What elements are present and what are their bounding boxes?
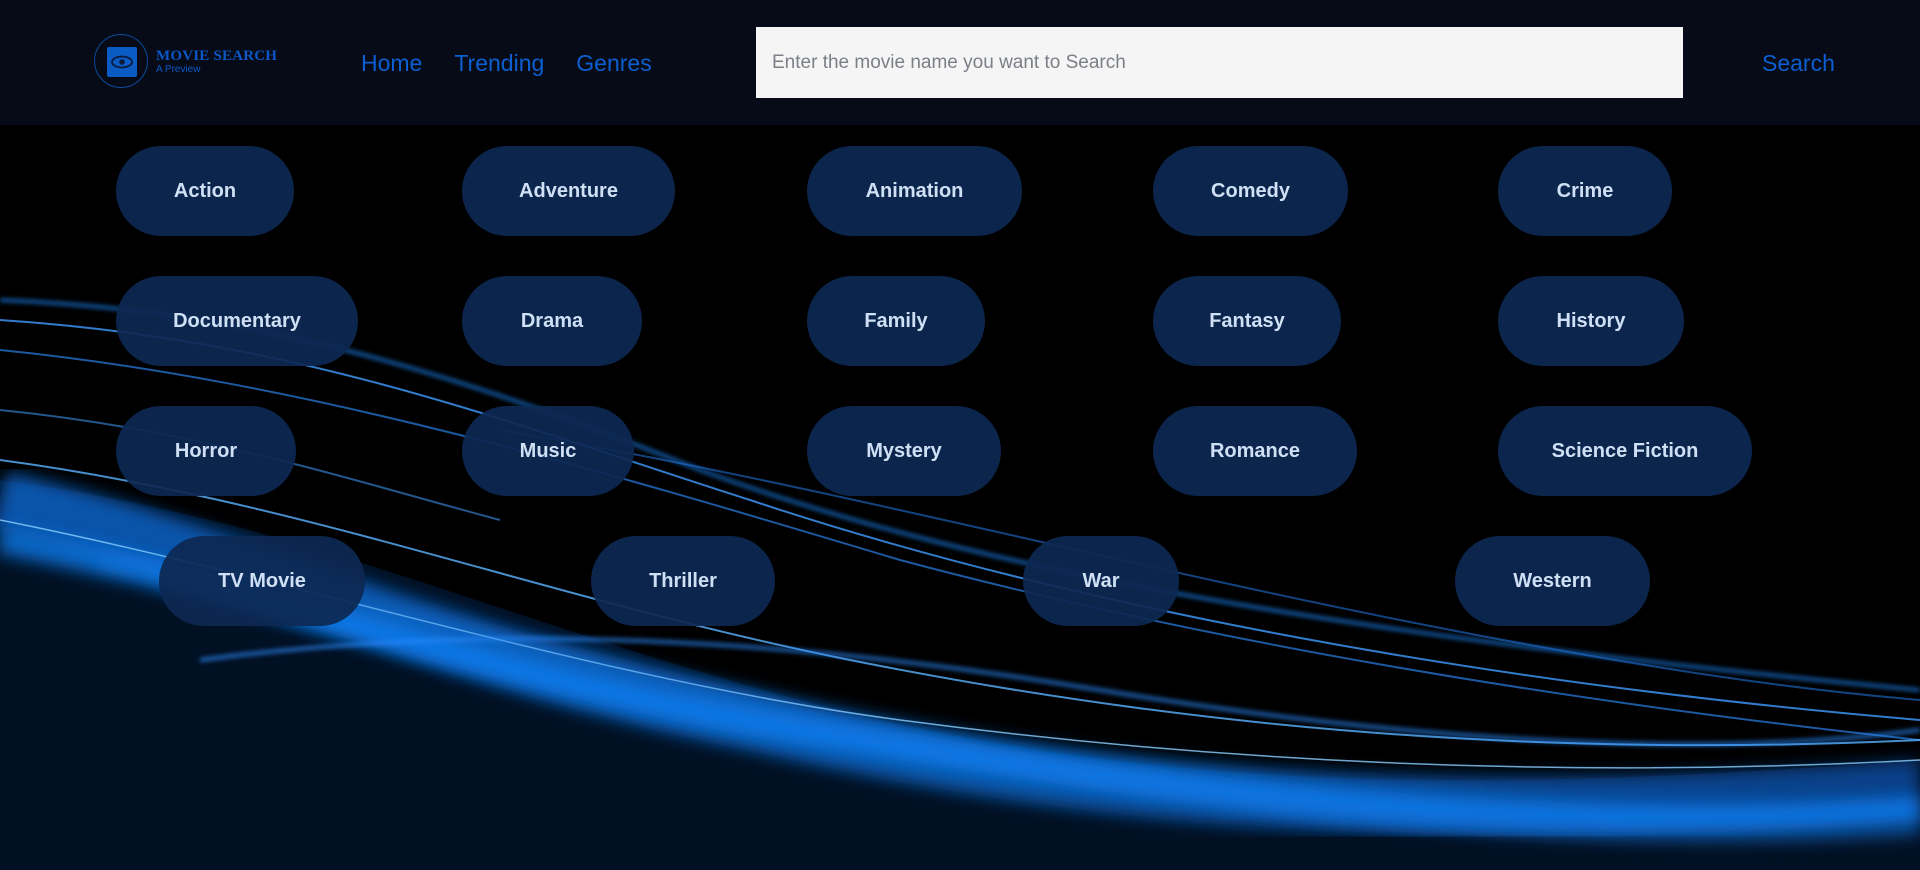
nav-trending-link[interactable]: Trending <box>454 50 544 77</box>
genre-western-button[interactable]: Western <box>1455 536 1650 626</box>
genre-action-button[interactable]: Action <box>116 146 294 236</box>
genre-adventure-button[interactable]: Adventure <box>462 146 675 236</box>
genre-science-fiction-button[interactable]: Science Fiction <box>1498 406 1752 496</box>
logo-circle <box>94 34 148 88</box>
eye-icon <box>111 55 133 69</box>
genre-horror-button[interactable]: Horror <box>116 406 296 496</box>
logo[interactable]: MOVIE SEARCH A Preview <box>94 34 284 92</box>
genre-documentary-button[interactable]: Documentary <box>116 276 358 366</box>
genre-drama-button[interactable]: Drama <box>462 276 642 366</box>
genre-history-button[interactable]: History <box>1498 276 1684 366</box>
main-nav: Home Trending Genres <box>361 50 652 77</box>
nav-home-link[interactable]: Home <box>361 50 422 77</box>
logo-subtitle: A Preview <box>156 64 201 75</box>
genre-family-button[interactable]: Family <box>807 276 985 366</box>
genre-crime-button[interactable]: Crime <box>1498 146 1672 236</box>
genre-tv-movie-button[interactable]: TV Movie <box>159 536 365 626</box>
genre-comedy-button[interactable]: Comedy <box>1153 146 1348 236</box>
genre-fantasy-button[interactable]: Fantasy <box>1153 276 1341 366</box>
logo-title: MOVIE SEARCH <box>156 48 278 64</box>
genre-mystery-button[interactable]: Mystery <box>807 406 1001 496</box>
genre-romance-button[interactable]: Romance <box>1153 406 1357 496</box>
page: MOVIE SEARCH A Preview Home Trending Gen… <box>0 0 1920 870</box>
genre-animation-button[interactable]: Animation <box>807 146 1022 236</box>
search-input[interactable] <box>756 27 1683 98</box>
genre-thriller-button[interactable]: Thriller <box>591 536 775 626</box>
genre-war-button[interactable]: War <box>1023 536 1179 626</box>
navbar: MOVIE SEARCH A Preview Home Trending Gen… <box>0 0 1920 125</box>
nav-genres-link[interactable]: Genres <box>576 50 651 77</box>
genre-music-button[interactable]: Music <box>462 406 634 496</box>
logo-badge <box>107 47 137 77</box>
search-button[interactable]: Search <box>1762 50 1835 77</box>
